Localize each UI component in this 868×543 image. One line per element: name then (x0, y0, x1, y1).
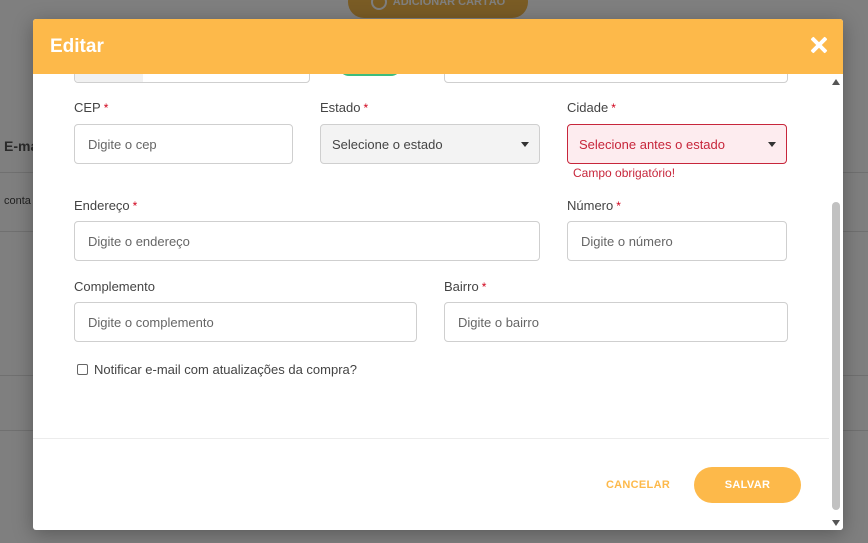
notify-email-checkbox[interactable] (77, 364, 88, 375)
bairro-input[interactable] (444, 302, 788, 342)
cidade-error-message: Campo obrigatório! (573, 166, 676, 180)
estado-select[interactable]: Selecione o estado (320, 124, 540, 164)
save-button[interactable]: SALVAR (694, 467, 801, 503)
cep-label: CEP * (74, 100, 109, 115)
modal-scrollbar[interactable] (829, 74, 843, 530)
cep-input[interactable] (74, 124, 293, 164)
endereco-label: Endereço * (74, 198, 138, 213)
scroll-down-arrow-icon[interactable] (832, 520, 840, 526)
scroll-up-arrow-icon[interactable] (832, 79, 840, 85)
complemento-label: Complemento (74, 279, 155, 294)
modal-title: Editar (50, 35, 104, 57)
caret-down-icon (768, 142, 776, 147)
scrollbar-thumb[interactable] (832, 202, 840, 510)
modal-header: Editar (33, 19, 843, 74)
notify-email-label: Notificar e-mail com atualizações da com… (94, 362, 357, 377)
caret-down-icon (521, 142, 529, 147)
bairro-label: Bairro * (444, 279, 487, 294)
numero-label: Número * (567, 198, 621, 213)
cidade-label: Cidade * (567, 100, 616, 115)
footer-divider (33, 438, 829, 439)
cidade-select-value: Selecione antes o estado (579, 136, 725, 152)
close-icon[interactable] (809, 35, 829, 55)
endereco-input[interactable] (74, 221, 540, 261)
notify-email-option[interactable]: Notificar e-mail com atualizações da com… (77, 362, 357, 377)
estado-select-value: Selecione o estado (332, 136, 443, 152)
cancel-button[interactable]: CANCELAR (598, 474, 678, 496)
modal-body: CEP* Estado* Selecione o estado Cidade* … (33, 54, 829, 530)
numero-input[interactable] (567, 221, 787, 261)
complemento-input[interactable] (74, 302, 417, 342)
edit-modal: Editar CEP* Estado* Selecione o estado C… (33, 19, 843, 530)
cidade-select[interactable]: Selecione antes o estado (567, 124, 787, 164)
estado-label: Estado * (320, 100, 369, 115)
